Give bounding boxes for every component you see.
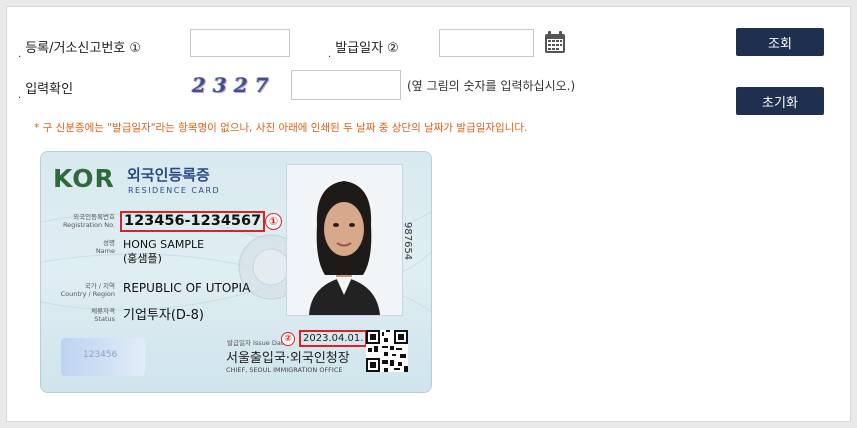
card-issuing-office-en: CHIEF, SEOUL IMMIGRATION OFFICE <box>226 366 343 374</box>
captcha-input[interactable] <box>291 70 401 100</box>
issue-date-field-label: 발급일자 Issue Date <box>227 339 288 347</box>
mini-photo-hologram: 123456 <box>61 338 145 376</box>
card-issue-date: 2023.04.01. <box>299 330 368 347</box>
qr-code-icon <box>366 330 408 372</box>
name-field-label: 성명 Name <box>95 239 115 255</box>
calendar-icon[interactable] <box>544 30 566 54</box>
issue-date-input[interactable] <box>439 29 534 57</box>
country-field-label: 국가 / 지역 Country / Region <box>60 282 115 298</box>
reset-button[interactable]: 초기화 <box>736 87 824 115</box>
card-serial: 987654 <box>402 222 413 261</box>
card-country-code: KOR <box>53 164 115 193</box>
captcha-hint: (옆 그림의 숫자를 입력하십시오.) <box>407 79 576 93</box>
status-field-label: 체류자격 Status <box>91 307 115 323</box>
card-status: 기업투자(D-8) <box>123 308 204 323</box>
card-country: REPUBLIC OF UTOPIA <box>123 281 251 295</box>
card-issuing-office: 서울출입국·외국인청장 <box>226 351 350 366</box>
card-subtitle: RESIDENCE CARD <box>128 186 221 195</box>
issue-date-label: . 발급일자 ② <box>328 41 399 60</box>
card-reg-number: 123456-1234567 <box>120 211 266 232</box>
reg-field-label: 외국인등록번호 Registration No. <box>62 213 115 229</box>
portrait-image <box>287 165 402 315</box>
marker-1: ① <box>265 213 282 230</box>
sample-residence-card: KOR 외국인등록증 RESIDENCE CARD 외국인등록번호 Registr… <box>40 151 432 393</box>
card-title: 외국인등록증 <box>127 166 210 184</box>
issue-date-note: * 구 신분증에는 "발급일자"라는 항목명이 없으나, 사진 아래에 인쇄된 … <box>34 122 528 134</box>
card-name: HONG SAMPLE (홍샘플) <box>123 238 205 265</box>
reg-number-label: . 등록/거소신고번호 ① <box>18 41 142 60</box>
captcha-label: . 입력확인 <box>18 82 74 101</box>
reg-number-input[interactable] <box>190 29 290 57</box>
search-button[interactable]: 조회 <box>736 28 824 56</box>
card-photo <box>286 164 403 316</box>
marker-2: ② <box>281 332 295 346</box>
captcha-image: 2 3 2 7 <box>192 73 270 97</box>
